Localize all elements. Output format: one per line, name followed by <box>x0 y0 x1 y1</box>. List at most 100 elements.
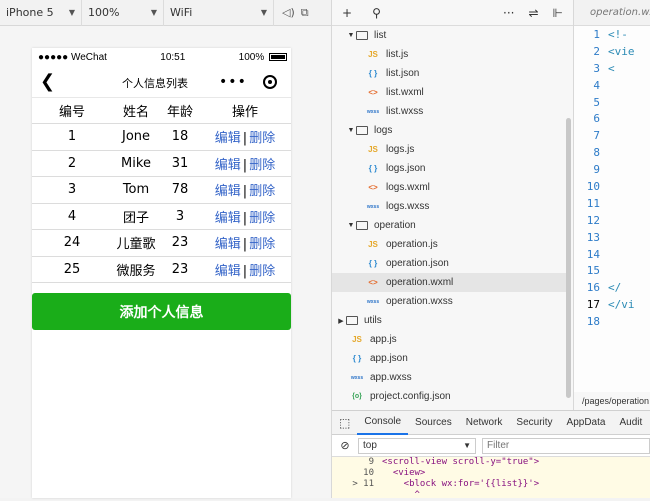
delete-link[interactable]: 删除 <box>249 211 275 226</box>
tree-file[interactable]: { } logs.json <box>332 159 568 178</box>
code-line: 1 <!- <box>574 26 650 43</box>
json-file-icon: { } <box>368 259 378 268</box>
tree-file[interactable]: JS app.js <box>332 330 568 349</box>
context-select[interactable]: top ▼ <box>358 437 476 454</box>
file-explorer-panel: + ⚲ ··· ⇌ ⊩ ▼ list JS list.js { } list.json <>… <box>332 0 574 410</box>
wxss-file-icon: wxss <box>366 108 380 115</box>
line-number: 11 <box>586 196 600 210</box>
code-line: 18 <box>574 313 650 330</box>
chevron-down-icon[interactable]: ▼ <box>346 32 356 39</box>
tree-file[interactable]: JS operation.js <box>332 235 568 254</box>
back-arrow-icon[interactable]: ❮ <box>40 71 55 92</box>
tree-item-label: operation.json <box>386 258 449 269</box>
line-number: 1 <box>593 27 600 41</box>
zoom-select[interactable]: 100% ▼ <box>82 0 164 26</box>
delete-link[interactable]: 删除 <box>249 158 275 173</box>
rotate-icon[interactable]: ⧉ <box>301 6 309 20</box>
file-tree-scrollbar[interactable] <box>566 118 571 398</box>
tree-folder[interactable]: ▼ list <box>332 26 568 45</box>
code-line: 2 <vie <box>574 43 650 60</box>
code-line: 4 <box>574 77 650 94</box>
json-file-icon: { } <box>368 69 378 78</box>
devtools-tab-console[interactable]: Console <box>357 411 409 435</box>
tree-file[interactable]: JS logs.js <box>332 140 568 159</box>
tree-file[interactable]: <> list.wxml <box>332 83 568 102</box>
code-line: 12 <box>574 212 650 229</box>
console-line-number: > 11 <box>352 479 374 489</box>
devtools-tab-audit[interactable]: Audit <box>612 411 649 435</box>
battery-label: 100% <box>238 51 265 63</box>
wxss-file-icon: wxss <box>366 298 380 305</box>
close-miniprogram-icon[interactable] <box>262 75 277 89</box>
devtools-tab-sources[interactable]: Sources <box>408 411 459 435</box>
json-file-icon: { } <box>352 354 362 363</box>
tree-item-label: logs.js <box>386 144 415 155</box>
tree-file[interactable]: <> logs.wxml <box>332 178 568 197</box>
delete-link[interactable]: 删除 <box>249 131 275 146</box>
edit-link[interactable]: 编辑 <box>215 131 241 146</box>
tree-file[interactable]: wxss operation.wxss <box>332 292 568 311</box>
console-filter-input[interactable] <box>482 437 650 454</box>
network-select[interactable]: WiFi ▼ <box>164 0 274 26</box>
cell-age: 23 <box>171 235 189 251</box>
file-tree: ▼ list JS list.js { } list.json <> list.wxml wxs… <box>332 26 568 406</box>
line-number: 4 <box>593 78 600 92</box>
tree-folder[interactable]: ▶ utils <box>332 311 568 330</box>
cell-name: Tom <box>122 182 150 198</box>
split-editor-icon[interactable]: ⊩ <box>553 6 563 20</box>
devtools-tab-appdata[interactable]: AppData <box>560 411 613 435</box>
code-line: 14 <box>574 246 650 263</box>
tree-file[interactable]: wxss logs.wxss <box>332 197 568 216</box>
chevron-down-icon[interactable]: ▼ <box>346 222 356 229</box>
more-options-icon[interactable]: ··· <box>503 6 514 20</box>
edit-link[interactable]: 编辑 <box>215 158 241 173</box>
console-toolbar: ⊘ top ▼ <box>332 435 650 457</box>
inspect-icon[interactable]: ⬚ <box>332 411 357 435</box>
edit-link[interactable]: 编辑 <box>215 211 241 226</box>
cell-name: Jone <box>121 129 151 145</box>
code-text: <vie <box>608 44 635 58</box>
cell-actions: 编辑 | 删除 <box>200 207 290 226</box>
line-number: 5 <box>593 95 600 109</box>
devtools-tab-network[interactable]: Network <box>459 411 510 435</box>
cell-age: 3 <box>175 208 185 224</box>
cell-name: 儿童歌 <box>116 237 156 253</box>
tree-file[interactable]: { } list.json <box>332 64 568 83</box>
tree-file[interactable]: wxss list.wxss <box>332 102 568 121</box>
tree-file[interactable]: { } operation.json <box>332 254 568 273</box>
delete-link[interactable]: 删除 <box>249 237 275 252</box>
tree-file[interactable]: JS list.js <box>332 45 568 64</box>
console-line-number: 9 <box>368 457 374 467</box>
collapse-all-icon[interactable]: ⇌ <box>528 6 538 20</box>
wxml-file-icon: <> <box>368 183 378 192</box>
clear-console-icon[interactable]: ⊘ <box>332 439 358 452</box>
tree-folder[interactable]: ▼ logs <box>332 121 568 140</box>
tree-file[interactable]: wxss app.wxss <box>332 368 568 387</box>
tree-item-label: utils <box>364 315 382 326</box>
tree-file[interactable]: {o} project.config.json <box>332 387 568 406</box>
code-lines[interactable]: 1 <!- 2 <vie 3 <4 5 6 7 8 9 10 11 12 13 14 15 16 </17 </v… <box>574 26 650 330</box>
chevron-down-icon: ▼ <box>463 441 471 450</box>
console-output: 9 <scroll-view scroll-y="true"> 10 <view> >… <box>332 457 650 500</box>
js-file-icon: JS <box>368 145 378 154</box>
tree-file[interactable]: { } app.json <box>332 349 568 368</box>
devtools-tab-security[interactable]: Security <box>509 411 559 435</box>
add-file-icon[interactable]: + <box>342 6 352 20</box>
tree-folder[interactable]: ▼ operation <box>332 216 568 235</box>
more-menu-icon[interactable]: ••• <box>219 74 247 90</box>
delete-link[interactable]: 删除 <box>249 264 275 279</box>
edit-link[interactable]: 编辑 <box>215 264 241 279</box>
tree-file[interactable]: <> operation.wxml <box>332 273 568 292</box>
delete-link[interactable]: 删除 <box>249 184 275 199</box>
chevron-down-icon[interactable]: ▼ <box>346 127 356 134</box>
person-table: 编号 姓名 年龄 操作 1 Jone 18 编辑 | 删除 2 Mike 31 编辑 | 删除 3 Tom… <box>32 98 291 283</box>
edit-link[interactable]: 编辑 <box>215 237 241 252</box>
device-select[interactable]: iPhone 5 ▼ <box>0 0 82 26</box>
search-icon[interactable]: ⚲ <box>372 6 381 20</box>
edit-link[interactable]: 编辑 <box>215 184 241 199</box>
chevron-right-icon[interactable]: ▶ <box>336 317 346 325</box>
line-number: 17 <box>586 298 600 312</box>
editor-tab[interactable]: operation.wxml <box>574 0 650 26</box>
volume-icon[interactable]: ◁) <box>282 6 295 19</box>
add-person-button[interactable]: 添加个人信息 <box>32 293 291 330</box>
